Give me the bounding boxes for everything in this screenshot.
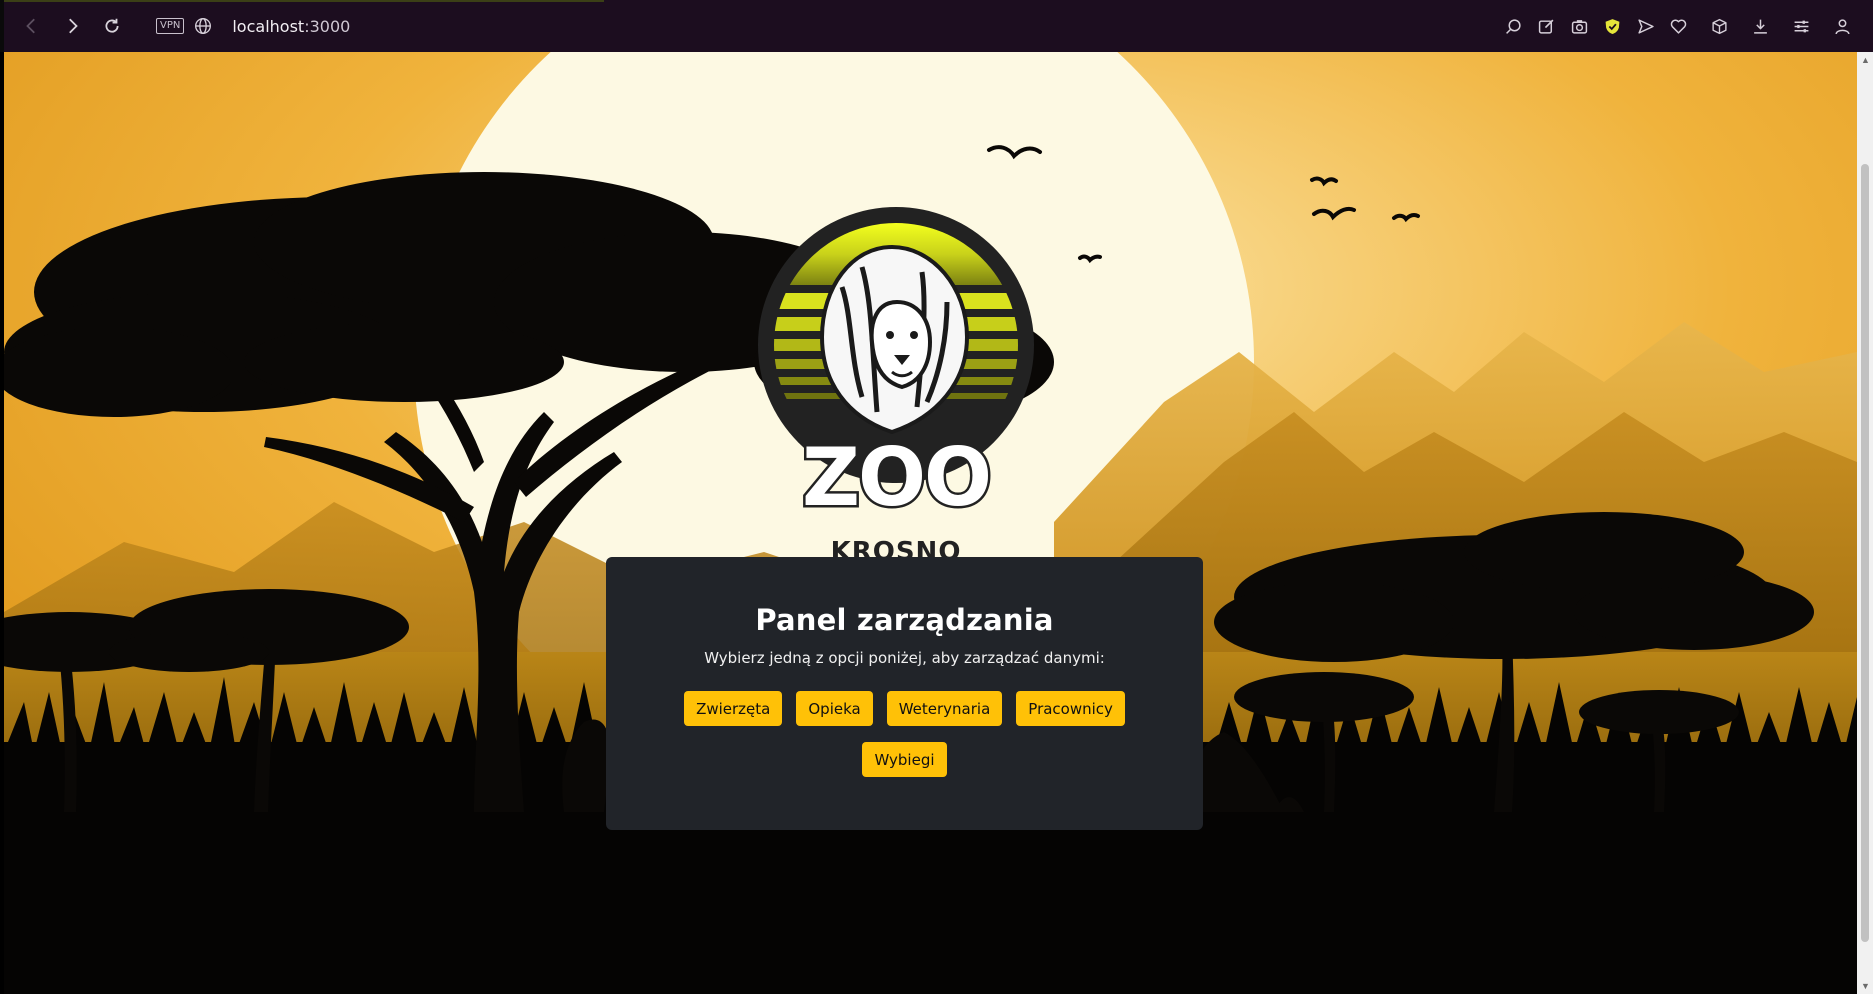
logo-title: ZOO [802,431,990,524]
camera-icon [1571,19,1588,34]
adblock-button[interactable] [1596,10,1629,43]
toolbar-icons [1497,0,1859,52]
scroll-down-icon[interactable]: ▼ [1861,982,1870,991]
panel-title: Panel zarządzania [755,603,1054,637]
panel-subtitle: Wybierz jedną z opcji poniżej, aby zarzą… [704,649,1105,667]
search-tab-button[interactable] [1497,10,1530,43]
send-icon [1638,18,1654,34]
settings-icon [1794,20,1809,32]
edit-button[interactable] [1530,10,1563,43]
back-icon [26,18,35,34]
downloads-button[interactable] [1744,10,1777,43]
animals-button[interactable]: Zwierzęta [684,691,783,726]
zoo-logo: ZOO KROSNO [758,207,1034,567]
care-button[interactable]: Opieka [796,691,873,726]
screenshot-button[interactable] [1563,10,1596,43]
reload-icon [105,18,119,33]
reload-button[interactable] [92,6,132,46]
address-bar[interactable]: localhost:3000 [232,17,350,36]
globe-icon[interactable] [194,17,212,35]
scroll-up-icon[interactable]: ▲ [1861,56,1870,65]
employees-button[interactable]: Pracownicy [1016,691,1125,726]
vpn-badge[interactable]: VPN [156,18,185,34]
forward-icon [69,18,78,34]
easy-setup-button[interactable] [1785,10,1818,43]
panel-button-row: Zwierzęta Opieka Weterynaria Pracownicy [606,691,1203,726]
send-button[interactable] [1629,10,1662,43]
profile-button[interactable] [1826,10,1859,43]
box-icon [1712,18,1727,34]
heart-icon [1670,19,1687,34]
shield-icon [1605,18,1620,34]
url-port: :3000 [304,16,351,36]
veterinary-button[interactable]: Weterynaria [886,691,1003,726]
download-icon [1754,19,1767,34]
profile-icon [1835,18,1850,34]
management-panel: Panel zarządzania Wybierz jedną z opcji … [606,557,1203,830]
panel-button-row-2: Wybiegi [606,742,1203,777]
browser-toolbar: VPN localhost:3000 [0,0,1873,52]
url-host: localhost [232,16,305,36]
tab-accent-line [4,0,604,2]
favorites-button[interactable] [1662,10,1695,43]
page-viewport: ZOO KROSNO Panel zarządzania Wybierz jed… [4,52,1857,994]
enclosures-button[interactable]: Wybiegi [862,742,947,777]
back-button[interactable] [12,6,52,46]
page-scrollbar[interactable]: ▲ ▼ [1857,52,1873,994]
search-tab-icon [1506,18,1521,34]
edit-icon [1538,19,1554,34]
forward-button[interactable] [52,6,92,46]
scrollbar-thumb[interactable] [1861,164,1869,942]
extensions-button[interactable] [1703,10,1736,43]
